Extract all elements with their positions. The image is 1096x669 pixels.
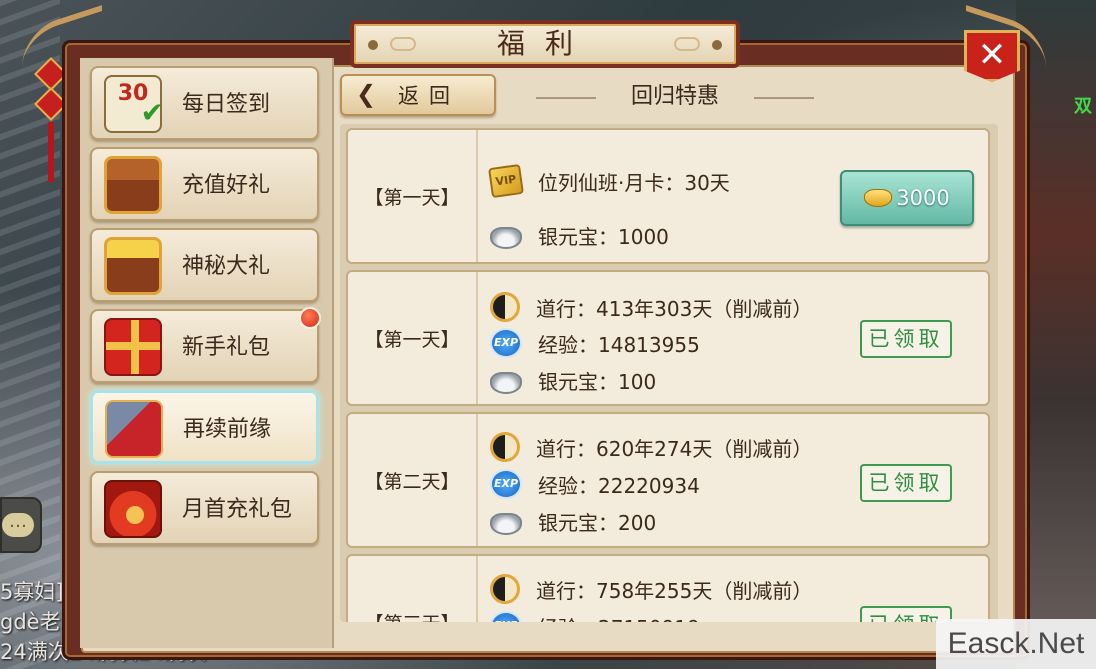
taiji-icon <box>490 432 520 462</box>
reward-text: 道行：413年303天（削减前） <box>536 296 813 321</box>
title-plaque: 福利 <box>350 20 740 68</box>
reward-text: 银元宝：200 <box>538 510 657 535</box>
reward-text: 经验：22220934 <box>538 473 700 498</box>
chevron-left-icon: ❮ <box>356 80 377 108</box>
reward-row: 【第三天】 道行：758年255天（削减前） EXP 经验：27150919 已… <box>346 554 990 622</box>
red-knot-ornament <box>34 57 68 228</box>
reward-line: 道行：413年303天（削减前） <box>490 290 812 324</box>
sidebar-item-label: 神秘大礼 <box>182 254 271 279</box>
sidebar-item-label: 月首充礼包 <box>182 497 293 522</box>
chat-button[interactable]: … <box>0 497 42 553</box>
bg-green-label: 双 <box>1074 96 1092 117</box>
sidebar-item-label: 充值好礼 <box>182 173 271 198</box>
chat-bubble-icon: … <box>2 513 34 537</box>
reward-text: 经验：27150919 <box>538 612 700 623</box>
reward-line: 道行：620年274天（削减前） <box>490 430 812 464</box>
reward-day-label: 【第二天】 <box>348 414 478 546</box>
sidebar-item-recharge-gift[interactable]: 充值好礼 <box>90 147 319 221</box>
sidebar-item-label: 每日签到 <box>182 92 271 117</box>
reward-text: 经验：14813955 <box>538 332 700 357</box>
taiji-icon <box>490 574 520 604</box>
exp-icon: EXP <box>490 328 522 358</box>
reward-text: 银元宝：100 <box>538 369 657 394</box>
reward-text: 位列仙班·月卡：30天 <box>538 170 730 195</box>
sidebar-item-newbie-pack[interactable]: 新手礼包 <box>90 307 321 383</box>
reward-line: 道行：758年255天（削减前） <box>490 572 812 606</box>
section-title: 回归特惠 <box>530 80 820 114</box>
sidebar-item-label: 再续前缘 <box>183 417 272 442</box>
exp-icon: EXP <box>490 469 522 499</box>
silver-ingot-icon <box>490 372 522 394</box>
divider-right <box>754 97 814 99</box>
reward-day-label: 【第三天】 <box>348 556 478 622</box>
vip-card-icon: VIP <box>488 163 524 199</box>
chat-line-1: 5寡妇] <box>0 580 64 604</box>
sidebar: 30 ✔ 每日签到 充值好礼 神秘大礼 新手礼包 再续前缘 月首充礼包 <box>80 58 334 648</box>
site-watermark: Easck.Net <box>936 619 1096 669</box>
reward-line: EXP 经验：14813955 <box>490 326 700 360</box>
back-button[interactable]: ❮ 返回 <box>340 74 496 116</box>
claimed-stamp: 已领取 <box>860 320 952 358</box>
reward-text: 道行：620年274天（削减前） <box>536 436 813 461</box>
reward-list[interactable]: 【第一天】 VIP 位列仙班·月卡：30天 银元宝：1000 3000 【第一天… <box>340 124 998 622</box>
notification-dot <box>299 307 321 329</box>
sidebar-item-mystery-gift[interactable]: 神秘大礼 <box>90 228 319 302</box>
buy-button[interactable]: 3000 <box>840 170 974 226</box>
reward-text: 银元宝：1000 <box>538 224 669 249</box>
treasure-chest-icon <box>104 156 162 214</box>
reward-row: 【第一天】 VIP 位列仙班·月卡：30天 银元宝：1000 3000 <box>346 128 990 264</box>
claimed-stamp: 已领取 <box>860 464 952 502</box>
taiji-icon <box>490 292 520 322</box>
reward-day-label: 【第一天】 <box>348 272 478 404</box>
back-button-label: 返回 <box>398 84 460 108</box>
calendar-check-icon: 30 ✔ <box>104 75 164 133</box>
buy-price: 3000 <box>896 186 950 210</box>
divider-left <box>536 97 596 99</box>
window-title: 福利 <box>496 27 593 60</box>
reward-row: 【第二天】 道行：620年274天（削减前） EXP 经验：22220934 银… <box>346 412 990 548</box>
silver-ingot-icon <box>490 227 522 249</box>
reward-line: 银元宝：100 <box>490 363 656 397</box>
sidebar-item-label: 新手礼包 <box>182 335 271 360</box>
exp-icon: EXP <box>490 611 522 622</box>
sidebar-item-return[interactable]: 再续前缘 <box>90 390 319 464</box>
chat-line-2: gdè老 <box>0 610 61 634</box>
reward-line: 银元宝：200 <box>490 504 656 538</box>
reward-line: EXP 经验：27150919 <box>490 609 700 622</box>
reward-line: VIP 位列仙班·月卡：30天 <box>488 163 730 199</box>
silver-ingot-icon <box>490 513 522 535</box>
money-bag-icon <box>104 480 162 538</box>
gold-chest-icon <box>104 237 162 295</box>
reward-line: EXP 经验：22220934 <box>490 467 700 501</box>
sidebar-item-monthly-first-recharge[interactable]: 月首充礼包 <box>90 471 319 545</box>
gift-box-icon <box>104 318 162 376</box>
reward-day-label: 【第一天】 <box>348 130 478 262</box>
section-title-text: 回归特惠 <box>630 84 719 109</box>
gift-bundle-icon <box>105 400 163 458</box>
gold-ingot-icon <box>864 189 893 207</box>
reward-text: 道行：758年255天（削减前） <box>536 578 813 603</box>
reward-row: 【第一天】 道行：413年303天（削减前） EXP 经验：14813955 银… <box>346 270 990 406</box>
reward-line: 银元宝：1000 <box>490 218 669 252</box>
sidebar-item-daily-signin[interactable]: 30 ✔ 每日签到 <box>90 66 319 140</box>
